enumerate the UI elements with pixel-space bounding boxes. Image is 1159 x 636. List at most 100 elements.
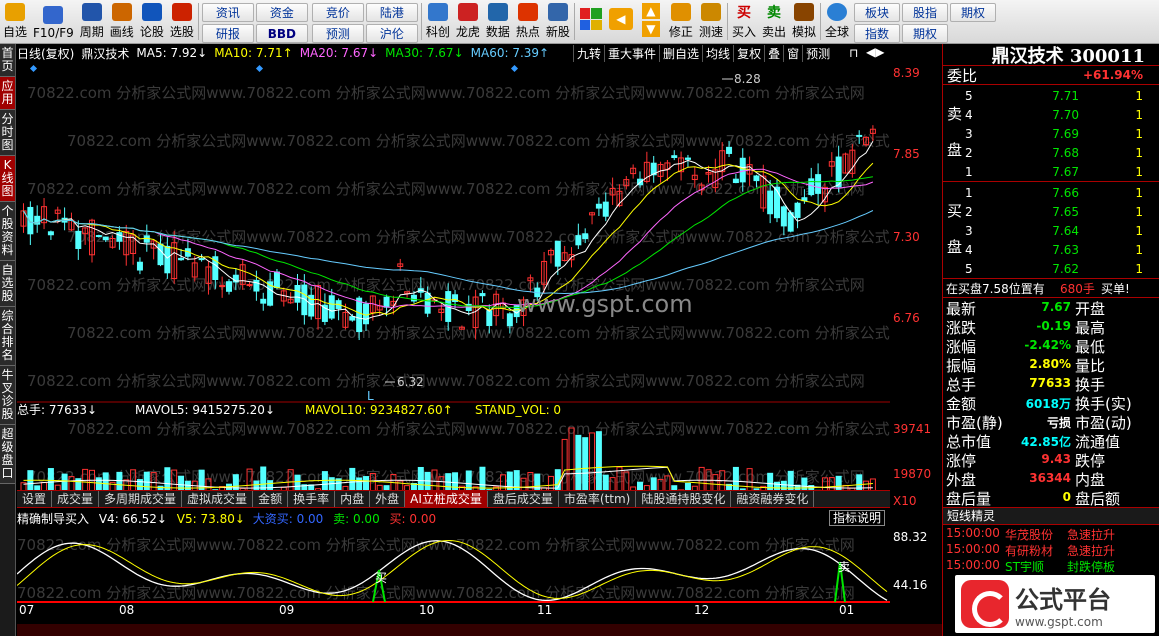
toolbar-button-label: 测速 <box>698 25 723 39</box>
ask-row[interactable]: 4 7.70 1 <box>943 105 1159 124</box>
wizard-row[interactable]: 15:00:00 ST宇顺 封跌停板 <box>943 557 1159 574</box>
toolbar-grid-button[interactable]: 资讯 <box>201 3 254 22</box>
kline-header-button[interactable]: 叠 <box>764 44 783 62</box>
sub-tab[interactable]: 设置 <box>17 491 53 507</box>
toolbar-target-button[interactable]: 选股 <box>167 0 197 43</box>
trade-button-2[interactable]: 模拟 <box>789 0 819 43</box>
toolbar-grid-button[interactable]: 股指 <box>902 3 949 22</box>
toolbar-grid-button[interactable]: 研报 <box>201 24 254 43</box>
candle-body <box>815 174 822 194</box>
sidebar-item[interactable]: 自选股 <box>0 261 15 307</box>
toolbar-grid-button[interactable]: 沪伦 <box>365 24 418 43</box>
wizard-row[interactable]: 15:00:00 华茂股份 急速拉升 <box>943 525 1159 542</box>
toolbar-document-button[interactable]: F10/F9 <box>30 0 77 43</box>
volume-bar <box>684 482 691 490</box>
toolbar-star-button[interactable]: 自选 <box>0 0 30 43</box>
sidebar-item[interactable]: 首页 <box>0 44 15 77</box>
chart-area[interactable]: 日线(复权) 鼎汉技术 MA5: 7.92↓ MA10: 7.71↑ MA20: 7… <box>17 44 942 636</box>
toolbar-grid-button[interactable]: 资金 <box>255 3 308 22</box>
toolbar-grid-button[interactable]: 期权 <box>950 3 997 22</box>
sub-tab[interactable]: 盘后成交量 <box>488 491 559 507</box>
arrows-icon[interactable]: ◀▶ <box>866 45 884 59</box>
kline-header-button[interactable]: 重大事件 <box>604 44 659 62</box>
global-button[interactable]: 全球 <box>822 0 852 43</box>
event-diamond-icon[interactable] <box>510 64 519 73</box>
toolbar-new-stock-button[interactable]: 新股 <box>543 0 573 43</box>
layout-grid-button[interactable] <box>576 0 606 43</box>
kline-header-buttons: 九转 重大事件 删自选 均线 复权叠窗预测 <box>573 44 833 62</box>
bid-row[interactable]: 1 7.66 1 <box>943 183 1159 202</box>
sidebar-item[interactable]: 超级盘口 <box>0 425 15 484</box>
trade-button-0[interactable]: 买买入 <box>729 0 759 43</box>
wizard-row[interactable]: 15:00:00 有研粉材 急速拉升 <box>943 541 1159 558</box>
arrow-down-icon[interactable]: ▼ <box>641 21 660 37</box>
sub-tab[interactable]: 虚拟成交量 <box>182 491 254 507</box>
period-label[interactable]: 日线(复权) <box>17 45 74 62</box>
short-term-wizard-title[interactable]: 短线精灵 <box>943 507 1159 525</box>
kline-header-button[interactable]: 九转 <box>573 44 604 62</box>
sidebar-item[interactable]: K线图 <box>0 156 15 202</box>
kline-header-button[interactable]: 删自选 <box>659 44 702 62</box>
bottom-tab-strip[interactable] <box>17 624 942 636</box>
toolbar-grid-button[interactable]: 陆港 <box>365 3 418 22</box>
sub-tab[interactable]: 外盘 <box>370 491 406 507</box>
toolbar-science-button[interactable]: 科创 <box>423 0 453 43</box>
bid-row[interactable]: 5 7.62 1 <box>943 259 1159 278</box>
sub-tab[interactable]: 内盘 <box>335 491 371 507</box>
sub-tab[interactable]: 市盈率(ttm) <box>559 491 637 507</box>
ask-level: 1 <box>965 164 973 179</box>
lock-icon[interactable]: ⊓ <box>849 46 858 60</box>
event-diamond-icon[interactable] <box>255 64 264 73</box>
bid-row[interactable]: 2 7.65 1 <box>943 202 1159 221</box>
sub-tab[interactable]: 金额 <box>253 491 289 507</box>
kline-header-button[interactable]: 窗 <box>783 44 802 62</box>
sub-tab[interactable]: 换手率 <box>288 491 336 507</box>
ask-row[interactable]: 5 7.71 1 <box>943 86 1159 105</box>
stat-row: 最新 7.67 开盘 <box>943 298 1159 318</box>
ask-row[interactable]: 3 7.69 1 <box>943 124 1159 143</box>
sidebar-item[interactable]: 分时图 <box>0 110 15 156</box>
toolbar-grid-button[interactable]: 竞价 <box>311 3 364 22</box>
indicator-explain-button[interactable]: 指标说明 <box>829 510 886 526</box>
sidebar-item[interactable]: 应用 <box>0 77 15 110</box>
toolbar-grid-button[interactable]: 预测 <box>311 24 364 43</box>
event-diamond-icon[interactable] <box>29 64 38 73</box>
sub-tab[interactable]: AI立桩成交量 <box>405 491 488 507</box>
toolbar-data-button[interactable]: 数据 <box>483 0 513 43</box>
toolbar-discuss-button[interactable]: 论股 <box>137 0 167 43</box>
toolbar-grid1: 资讯 资金 研报 BBD <box>200 0 310 43</box>
toolbar-stopwatch-button[interactable]: 测速 <box>696 0 726 43</box>
arrow-up-icon[interactable]: ▲ <box>641 3 660 19</box>
indicator-name[interactable]: 精确制导买入 <box>17 512 89 526</box>
ask-row[interactable]: 1 7.67 1 <box>943 162 1159 181</box>
sub-tab[interactable]: 陆股通持股变化 <box>636 491 732 507</box>
toolbar-clock-button[interactable]: 周期 <box>77 0 107 43</box>
toolbar-grid-button[interactable]: BBD <box>255 24 308 43</box>
back-button[interactable]: ◀ <box>606 0 636 43</box>
toolbar-refresh-button[interactable]: 修正 <box>666 0 696 43</box>
bid-row[interactable]: 3 7.64 1 <box>943 221 1159 240</box>
up-down-buttons[interactable]: ▲ ▼ <box>636 0 666 43</box>
sub-tab[interactable]: 多周期成交量 <box>99 491 183 507</box>
sidebar-item[interactable]: 牛叉诊股 <box>0 366 15 425</box>
toolbar-grid-button[interactable]: 板块 <box>854 3 901 22</box>
sub-tab[interactable]: 融资融券变化 <box>731 491 815 507</box>
hammer-icon <box>793 3 814 21</box>
ask-row[interactable]: 2 7.68 1 <box>943 143 1159 162</box>
sidebar-item[interactable]: 个股资料 <box>0 202 15 261</box>
trade-button-1[interactable]: 卖卖出 <box>759 0 789 43</box>
kline-header-button[interactable]: 均线 <box>702 44 733 62</box>
kline-header-button[interactable]: 预测 <box>802 44 833 62</box>
kline-header-button[interactable]: 复权 <box>733 44 764 62</box>
toolbar-hot-button[interactable]: 热点 <box>513 0 543 43</box>
toolbar-grid-button[interactable]: 指数 <box>854 24 901 43</box>
toolbar-dragon-button[interactable]: 龙虎 <box>453 0 483 43</box>
bid-row[interactable]: 4 7.63 1 <box>943 240 1159 259</box>
kline-chart[interactable]: 70822.com 分析家公式网www.70822.com 分析家公式网www.… <box>17 62 890 490</box>
quote-title: 鼎汉技术 300011 <box>943 44 1159 67</box>
sub-tab[interactable]: 成交量 <box>52 491 100 507</box>
sidebar-item[interactable]: 综合排名 <box>0 307 15 366</box>
volume-bar <box>267 480 274 490</box>
toolbar-grid-button[interactable]: 期权 <box>902 24 949 43</box>
toolbar-pencil-button[interactable]: 画线 <box>107 0 137 43</box>
